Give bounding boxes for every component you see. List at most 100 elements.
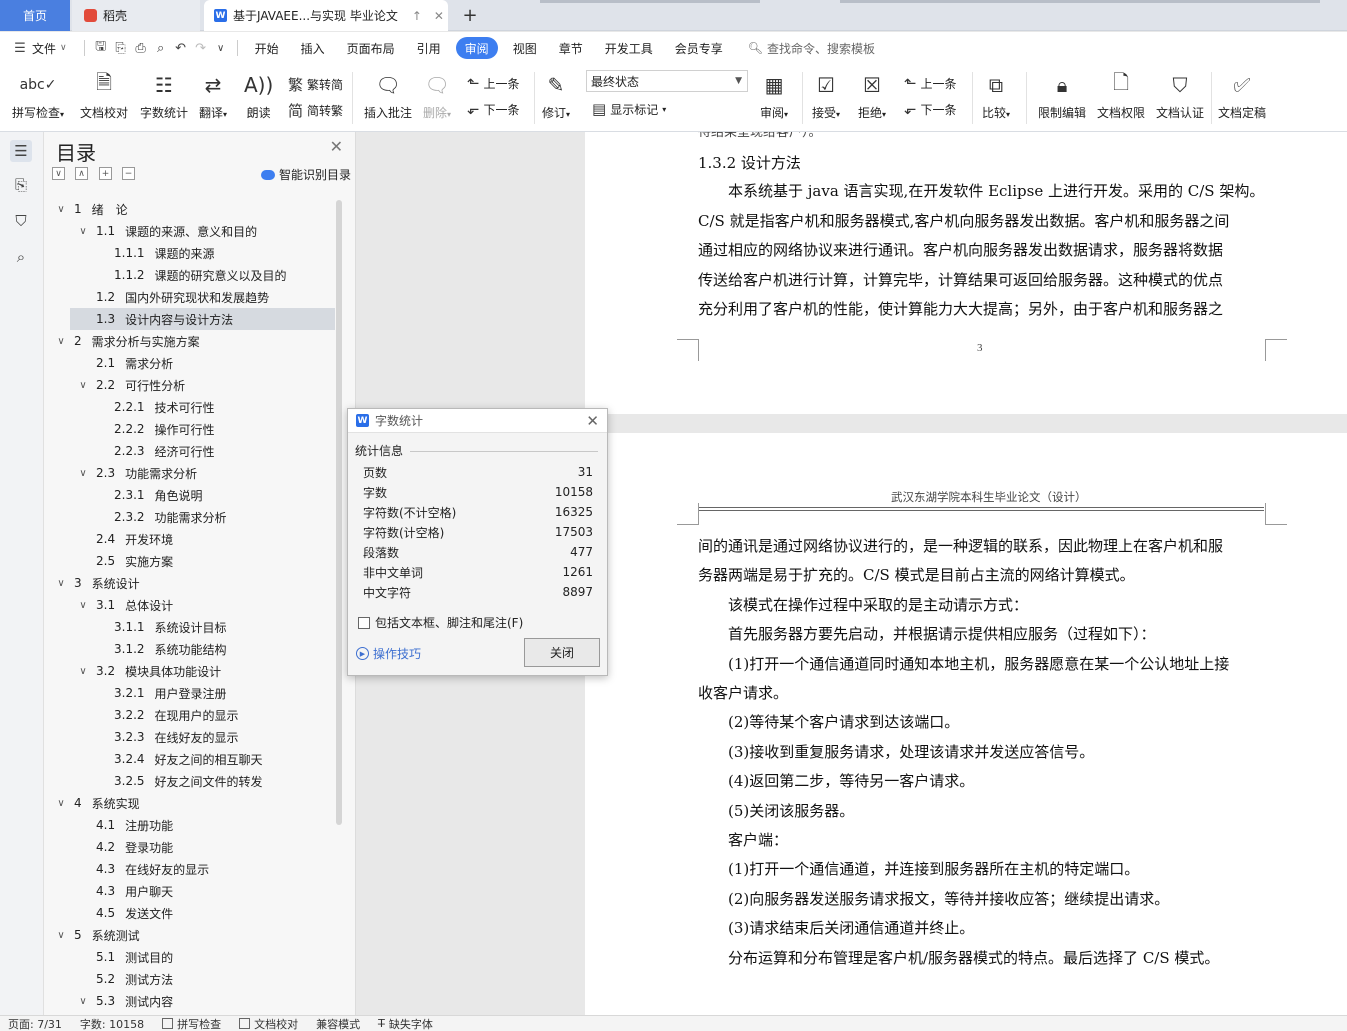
word-count-button[interactable]: ☷ 字数统计 — [140, 70, 188, 121]
menu-member[interactable]: 会员专享 — [664, 37, 734, 59]
menu-chapter[interactable]: 章节 — [548, 37, 594, 59]
close-icon[interactable]: ✕ — [586, 412, 599, 430]
dialog-titlebar[interactable]: W 字数统计 — [348, 409, 607, 433]
translate-button[interactable]: ⇄ 翻译▾ — [199, 70, 227, 121]
toc-item[interactable]: ∨ 4 系统实现 — [44, 792, 334, 814]
smart-toc-button[interactable]: 智能识别目录 — [260, 166, 351, 183]
chapter-nav-icon[interactable]: ⎘ — [10, 174, 32, 196]
toc-item[interactable]: 5.2 测试方法 — [44, 968, 334, 990]
toc-item[interactable]: 4.3 用户聊天 — [44, 880, 334, 902]
toc-item[interactable]: 2.2.3 经济可行性 — [44, 440, 334, 462]
chevron-down-icon[interactable]: ∨ — [76, 468, 90, 479]
page-indicator[interactable]: 页面: 7/31 — [8, 1016, 62, 1031]
toc-item[interactable]: ∨ 2.2 可行性分析 — [44, 374, 334, 396]
toc-item[interactable]: ∨ 3.2 模块具体功能设计 — [44, 660, 334, 682]
next-comment-button[interactable]: ⬐ 下一条 — [467, 100, 520, 118]
chevron-down-icon[interactable]: ∨ — [54, 336, 68, 347]
chevron-down-icon[interactable]: ∨ — [76, 226, 90, 237]
collapse-all-icon[interactable]: ∨ — [52, 167, 65, 180]
expand-all-icon[interactable]: ∧ — [75, 167, 88, 180]
spell-check-status[interactable]: 拼写检查 — [162, 1016, 221, 1031]
finalize-button[interactable]: ✅︎ 文档定稿 — [1218, 70, 1266, 121]
read-aloud-button[interactable]: A)) 朗读 — [244, 70, 273, 121]
prev-change-button[interactable]: ⬑ 上一条 — [904, 74, 957, 92]
toc-item[interactable]: ∨ 1.1 课题的来源、意义和目的 — [44, 220, 334, 242]
remove-heading-icon[interactable]: − — [122, 167, 135, 180]
chevron-down-icon[interactable]: ∨ — [54, 204, 68, 215]
toc-item[interactable]: 3.2.1 用户登录注册 — [44, 682, 334, 704]
new-tab-icon[interactable]: + — [456, 0, 484, 31]
menu-developer[interactable]: 开发工具 — [594, 37, 664, 59]
close-tab-icon[interactable]: ✕ — [434, 9, 444, 23]
chevron-down-icon[interactable]: ∨ — [54, 798, 68, 809]
restrict-edit-button[interactable]: 🔒︎ 限制编辑 — [1038, 70, 1086, 121]
toc-item[interactable]: 2.3.2 功能需求分析 — [44, 506, 334, 528]
menu-review[interactable]: 审阅 — [455, 37, 498, 59]
more-icon[interactable]: ∨ — [211, 37, 231, 59]
close-icon[interactable]: ✕ — [330, 137, 343, 156]
toc-item[interactable]: ∨ 2.3 功能需求分析 — [44, 462, 334, 484]
toc-item[interactable]: 5.1 测试目的 — [44, 946, 334, 968]
menu-view[interactable]: 视图 — [502, 37, 548, 59]
menu-reference[interactable]: 引用 — [406, 37, 452, 59]
save-icon[interactable]: 🖫 — [91, 37, 111, 59]
accept-button[interactable]: ☑ 接受▾ — [812, 70, 840, 121]
delete-comment-button[interactable]: 🗨 删除▾ — [423, 70, 451, 121]
print-preview-icon[interactable]: ⌕ — [151, 37, 171, 59]
chevron-down-icon[interactable]: ∨ — [76, 996, 90, 1007]
toc-item[interactable]: 2.2.2 操作可行性 — [44, 418, 334, 440]
bookmark-icon[interactable]: ⛉ — [10, 210, 32, 232]
menu-start[interactable]: 开始 — [244, 37, 290, 59]
chevron-down-icon[interactable]: ∨ — [76, 600, 90, 611]
checkbox-box[interactable] — [358, 616, 370, 629]
add-heading-icon[interactable]: + — [99, 167, 112, 180]
tab-daoke[interactable]: 稻壳 — [72, 0, 200, 31]
toc-item[interactable]: 2.1 需求分析 — [44, 352, 334, 374]
chevron-down-icon[interactable]: ∨ — [54, 930, 68, 941]
next-change-button[interactable]: ⬐ 下一条 — [904, 100, 957, 118]
toc-item[interactable]: 2.5 实施方案 — [44, 550, 334, 572]
toc-item[interactable]: 3.2.3 在线好友的显示 — [44, 726, 334, 748]
hamburger-icon[interactable]: ☰ — [10, 37, 30, 59]
toc-item[interactable]: 1.1.2 课题的研究意义以及目的 — [44, 264, 334, 286]
insert-comment-button[interactable]: 🗨 插入批注 — [364, 70, 412, 121]
compare-button[interactable]: ⧉ 比较▾ — [982, 70, 1010, 121]
print-icon[interactable]: ⎙ — [131, 37, 151, 59]
toc-item[interactable]: ∨ 5.3 测试内容 — [44, 990, 334, 1012]
prev-comment-button[interactable]: ⬑ 上一条 — [467, 74, 520, 92]
toc-item[interactable]: 1.2 国内外研究现状和发展趋势 — [44, 286, 334, 308]
tab-document[interactable]: W 基于JAVAEE...与实现 毕业论文 ↑ ✕ — [204, 0, 448, 31]
toc-item[interactable]: ∨ 5 系统测试 — [44, 924, 334, 946]
toc-scrollbar[interactable] — [336, 200, 342, 825]
proofread-button[interactable]: 🗎 文档校对 — [80, 70, 128, 121]
toc-item[interactable]: 4.5 发送文件 — [44, 902, 334, 924]
toc-item[interactable]: 3.2.4 好友之间的相互聊天 — [44, 748, 334, 770]
chevron-down-icon[interactable]: ∨ — [76, 666, 90, 677]
chevron-down-icon[interactable]: ∨ — [76, 380, 90, 391]
toc-item[interactable]: 4.3 在线好友的显示 — [44, 858, 334, 880]
doc-permission-button[interactable]: 🗋 文档权限 — [1097, 70, 1145, 121]
toc-item[interactable]: ∨ 2 需求分析与实施方案 — [44, 330, 334, 352]
toc-item[interactable]: ∨ 1 绪 论 — [44, 198, 334, 220]
toc-item[interactable]: 2.4 开发环境 — [44, 528, 334, 550]
toc-item[interactable]: ∨ 3.1 总体设计 — [44, 594, 334, 616]
doc-cert-button[interactable]: ⛉ 文档认证 — [1156, 70, 1204, 121]
chevron-down-icon[interactable]: ∨ — [54, 578, 68, 589]
trad-to-simp-button[interactable]: 繁繁转简 — [288, 74, 343, 95]
toc-panel-icon[interactable]: ☰ — [10, 140, 32, 162]
close-button[interactable]: 关闭 — [524, 638, 600, 667]
word-count-indicator[interactable]: 字数: 10158 — [80, 1016, 144, 1031]
include-textbox-checkbox[interactable]: 包括文本框、脚注和尾注(F) — [358, 614, 523, 631]
final-state-select[interactable]: 最终状态 ▼ — [586, 70, 748, 92]
undo-icon[interactable]: ↶ — [171, 37, 191, 59]
export-icon[interactable]: ⎘ — [111, 37, 131, 59]
toc-item[interactable]: 4.1 注册功能 — [44, 814, 334, 836]
track-changes-button[interactable]: ✎ 修订▾ — [542, 70, 570, 121]
toc-item[interactable]: 4.2 登录功能 — [44, 836, 334, 858]
tab-home[interactable]: 首页 — [0, 0, 70, 31]
menu-layout[interactable]: 页面布局 — [336, 37, 406, 59]
toc-item[interactable]: 3.2.2 在现用户的显示 — [44, 704, 334, 726]
toc-item[interactable]: 1.3 设计内容与设计方法 — [70, 308, 335, 330]
missing-font-status[interactable]: T̶ 缺失字体 — [378, 1016, 433, 1031]
pin-icon[interactable]: ↑ — [412, 9, 422, 23]
